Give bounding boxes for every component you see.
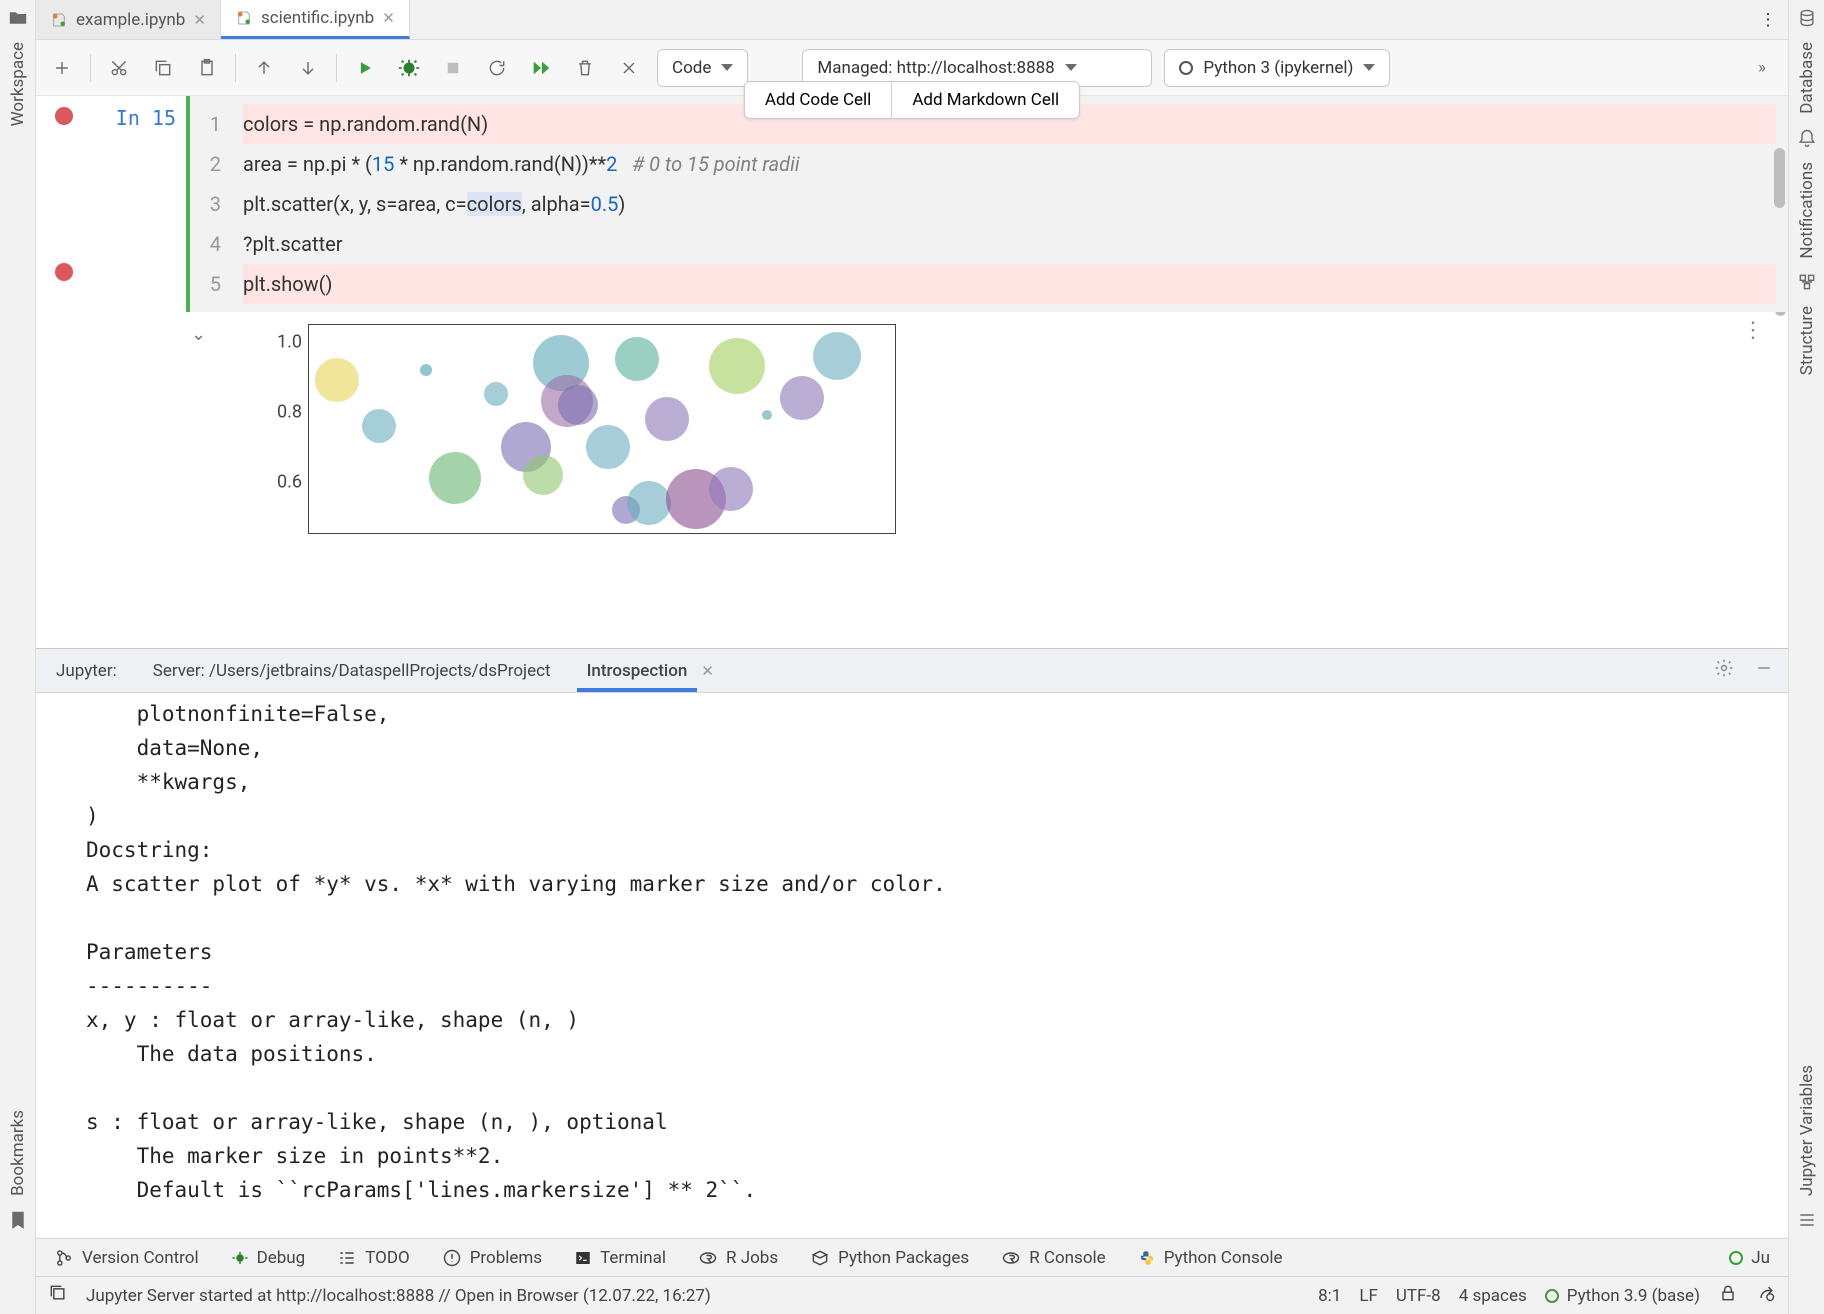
tab-overflow-icon[interactable]: ⋮	[1748, 0, 1788, 39]
tab-example[interactable]: example.ipynb ✕	[36, 0, 221, 39]
server-tab[interactable]: Server: /Users/jetbrains/DataspellProjec…	[149, 651, 555, 691]
gear-icon[interactable]	[1714, 658, 1734, 683]
database-icon[interactable]	[1797, 8, 1817, 28]
kernel-dropdown[interactable]: Python 3 (ipykernel)	[1164, 49, 1390, 87]
tab-scientific[interactable]: scientific.ipynb ✕	[221, 0, 410, 39]
editor-tabs: example.ipynb ✕ scientific.ipynb ✕ ⋮	[36, 0, 1788, 40]
jupyter-file-icon	[235, 9, 253, 27]
structure-label[interactable]: Structure	[1797, 306, 1817, 375]
chevron-down-icon	[721, 64, 733, 71]
add-cell-button[interactable]	[46, 52, 78, 84]
cell-type-label: Code	[672, 58, 711, 78]
breakpoint-icon[interactable]	[55, 107, 73, 125]
code-cell[interactable]: In 15 12345 colors = np.random.rand(N)ar…	[36, 96, 1788, 312]
main-area: example.ipynb ✕ scientific.ipynb ✕ ⋮ Cod…	[36, 0, 1788, 1314]
r-console-button[interactable]: R Console	[1001, 1248, 1105, 1268]
bookmarks-label[interactable]: Bookmarks	[8, 1110, 28, 1196]
bottom-tool-bar: Version Control Debug TODO Problems Term…	[36, 1238, 1788, 1276]
debug-cell-button[interactable]	[393, 52, 425, 84]
minimize-icon[interactable]	[1754, 658, 1774, 683]
move-down-button[interactable]	[292, 52, 324, 84]
problems-button[interactable]: Problems	[442, 1248, 542, 1268]
r-jobs-button[interactable]: R Jobs	[698, 1248, 778, 1268]
clear-outputs-button[interactable]	[613, 52, 645, 84]
toolbar-overflow-icon[interactable]: »	[1746, 52, 1778, 84]
restart-button[interactable]	[481, 52, 513, 84]
jupyter-tab-label[interactable]: Jupyter:	[52, 651, 121, 691]
docstring-content[interactable]: plotnonfinite=False, data=None, **kwargs…	[36, 693, 1788, 1238]
tool-panel-tabs: Jupyter: Server: /Users/jetbrains/Datasp…	[36, 649, 1788, 693]
python-packages-button[interactable]: Python Packages	[810, 1248, 969, 1268]
breakpoint-icon[interactable]	[55, 263, 73, 281]
chevron-down-icon	[1065, 64, 1077, 71]
right-tool-rail: Database Notifications Structure Jupyter…	[1788, 0, 1824, 1314]
notebook-editor: ✔ In 15 12345 colors = np.random.rand(N)…	[36, 96, 1788, 1238]
code-area[interactable]: colors = np.random.rand(N)area = np.pi *…	[231, 96, 1788, 312]
structure-icon[interactable]	[1797, 272, 1817, 292]
delete-cell-button[interactable]	[569, 52, 601, 84]
add-code-cell-button[interactable]: Add Code Cell	[745, 82, 892, 118]
stop-button[interactable]	[437, 52, 469, 84]
workspace-folder-icon[interactable]	[8, 8, 28, 28]
kernel-label: Python 3 (ipykernel)	[1203, 58, 1353, 78]
cut-button[interactable]	[103, 52, 135, 84]
status-bar: Jupyter Server started at http://localho…	[36, 1276, 1788, 1314]
copy-button[interactable]	[147, 52, 179, 84]
database-label[interactable]: Database	[1797, 42, 1817, 114]
indent[interactable]: 4 spaces	[1459, 1286, 1527, 1306]
add-markdown-cell-button[interactable]: Add Markdown Cell	[892, 82, 1079, 118]
settings-sync-icon[interactable]	[1756, 1283, 1776, 1308]
interpreter-status-icon	[1545, 1289, 1559, 1303]
run-cell-button[interactable]	[349, 52, 381, 84]
kernel-status-icon	[1179, 61, 1193, 75]
cell-prompt: In 15	[91, 96, 186, 312]
panel-scrollbar[interactable]	[1774, 148, 1785, 208]
bookmark-icon[interactable]	[8, 1210, 28, 1230]
close-tab-icon[interactable]: ✕	[701, 662, 714, 680]
notebook-toolbar: Code Managed: http://localhost:8888 Pyth…	[36, 40, 1788, 96]
left-tool-rail: Workspace Bookmarks	[0, 0, 36, 1314]
jupyter-status-icon	[1729, 1251, 1743, 1265]
encoding[interactable]: UTF-8	[1396, 1286, 1441, 1306]
breakpoint-gutter[interactable]	[36, 96, 91, 312]
paste-button[interactable]	[191, 52, 223, 84]
python-console-button[interactable]: Python Console	[1138, 1248, 1283, 1268]
notifications-label[interactable]: Notifications	[1797, 162, 1817, 259]
workspace-label[interactable]: Workspace	[8, 42, 28, 126]
jupyter-button[interactable]: Ju	[1729, 1248, 1770, 1268]
tool-panel: Jupyter: Server: /Users/jetbrains/Datasp…	[36, 648, 1788, 1238]
close-icon[interactable]: ✕	[382, 9, 395, 27]
introspection-tab[interactable]: Introspection	[583, 651, 692, 691]
line-ending[interactable]: LF	[1359, 1286, 1378, 1306]
status-message[interactable]: Jupyter Server started at http://localho…	[86, 1286, 711, 1306]
jupyter-file-icon	[50, 11, 68, 29]
chevron-down-icon	[1363, 64, 1375, 71]
tab-label: example.ipynb	[76, 10, 185, 30]
cell-output: ⌄ ⋮ 1.00.80.6	[36, 312, 1788, 534]
scatter-chart: 1.00.80.6	[256, 324, 896, 534]
collapse-output-icon[interactable]: ⌄	[191, 324, 206, 345]
run-all-button[interactable]	[525, 52, 557, 84]
jupyter-vars-label[interactable]: Jupyter Variables	[1797, 1065, 1817, 1196]
variables-icon[interactable]	[1797, 1210, 1817, 1230]
move-up-button[interactable]	[248, 52, 280, 84]
copy-icon[interactable]	[48, 1283, 68, 1308]
interpreter[interactable]: Python 3.9 (base)	[1545, 1286, 1700, 1306]
tab-label: scientific.ipynb	[261, 8, 374, 28]
todo-button[interactable]: TODO	[337, 1248, 409, 1268]
output-actions-icon[interactable]: ⋮	[1742, 318, 1766, 343]
version-control-button[interactable]: Version Control	[54, 1248, 199, 1268]
lock-icon[interactable]	[1718, 1283, 1738, 1308]
notifications-icon[interactable]	[1797, 128, 1817, 148]
server-label: Managed: http://localhost:8888	[817, 58, 1054, 78]
close-icon[interactable]: ✕	[193, 11, 206, 29]
line-gutter: 12345	[186, 96, 231, 312]
debug-button[interactable]: Debug	[231, 1248, 306, 1268]
cell-add-popup: Add Code Cell Add Markdown Cell	[744, 81, 1080, 119]
cell-type-dropdown[interactable]: Code	[657, 49, 748, 87]
terminal-button[interactable]: Terminal	[574, 1248, 666, 1268]
caret-position[interactable]: 8:1	[1318, 1286, 1341, 1306]
